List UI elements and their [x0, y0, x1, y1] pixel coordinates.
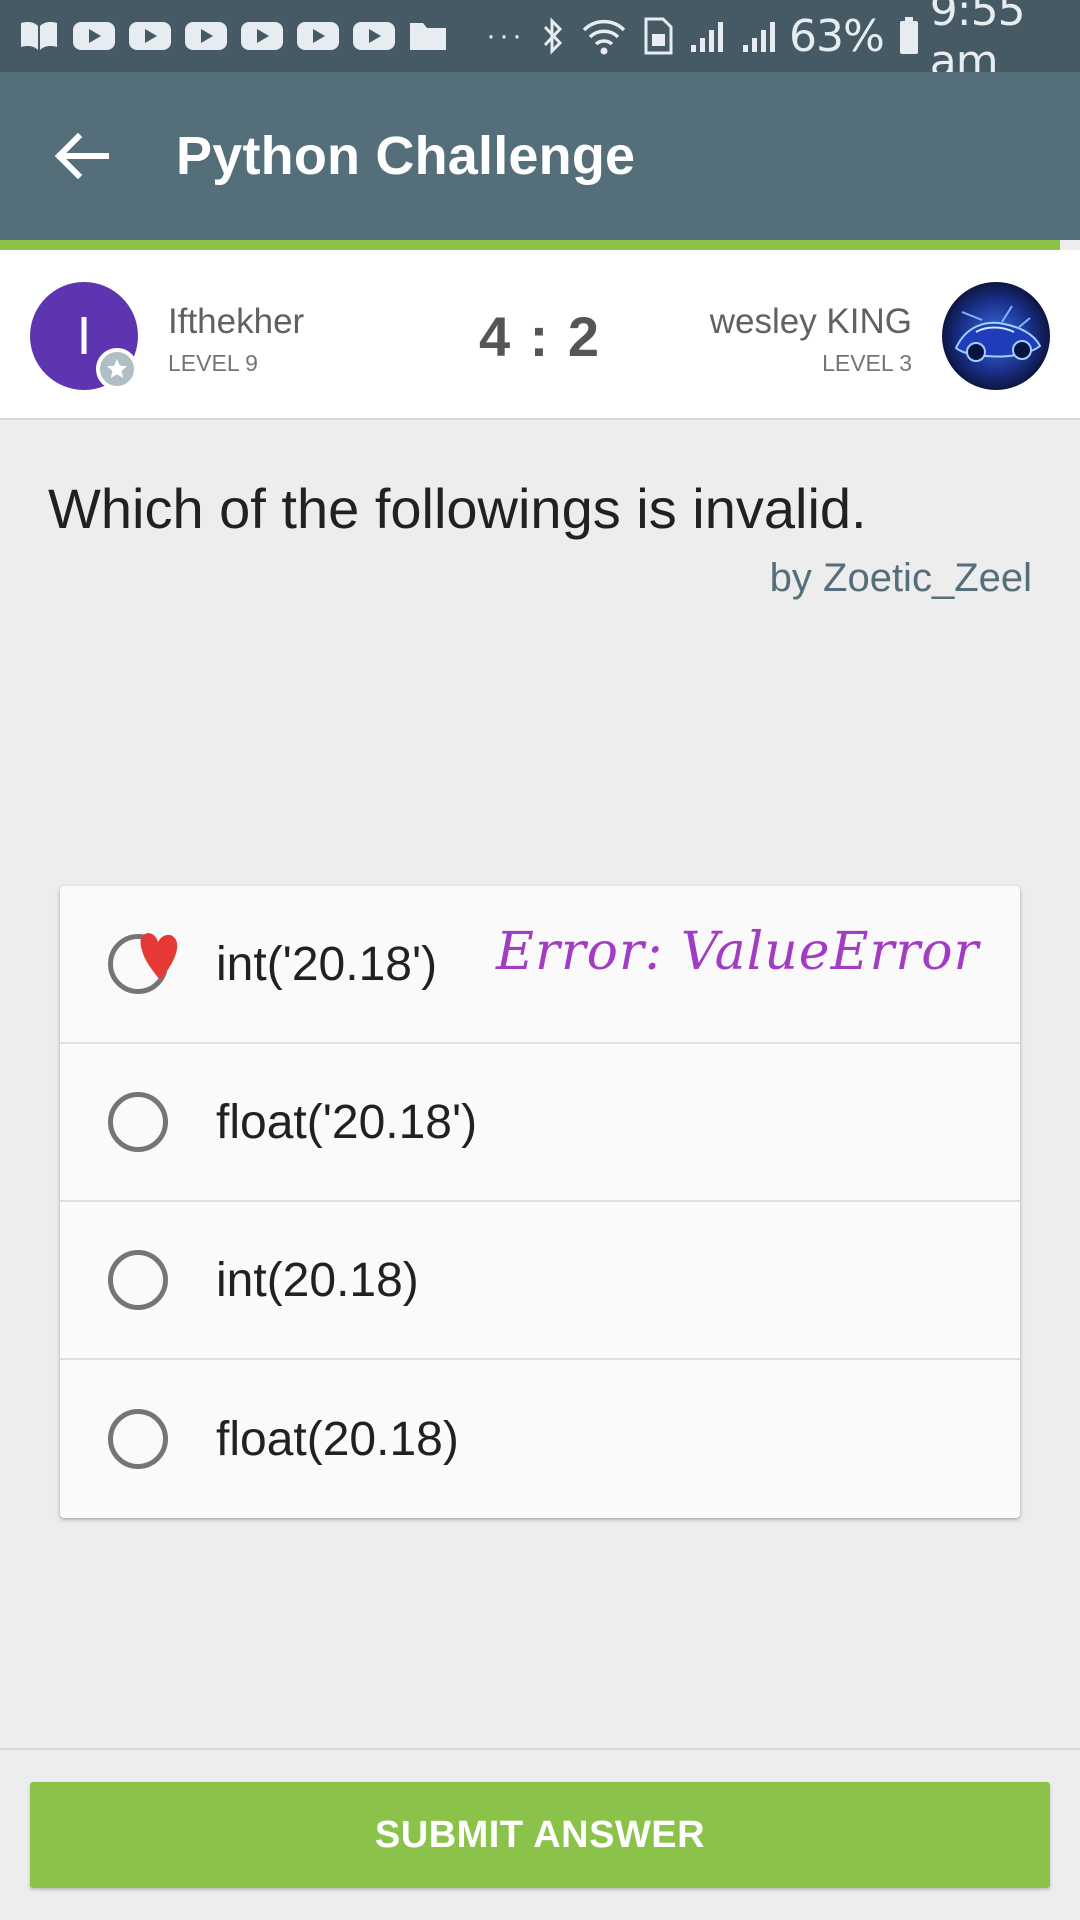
- signal-icon: [689, 18, 727, 54]
- battery-icon: [898, 16, 920, 56]
- notification-icons: ···: [18, 19, 525, 53]
- score: 4 : 2: [478, 305, 602, 368]
- heart-mark-icon: [140, 933, 178, 980]
- signal-icon: [741, 18, 779, 54]
- answer-options: int('20.18') Error: ValueError float('20…: [60, 886, 1020, 1518]
- player-name-right: wesley KING: [709, 302, 912, 341]
- option-label: int('20.18'): [216, 937, 438, 991]
- divider: [0, 1748, 1080, 1750]
- answer-option[interactable]: float('20.18'): [60, 1044, 1020, 1202]
- answer-option[interactable]: int('20.18') Error: ValueError: [60, 886, 1020, 1044]
- player-level-right: LEVEL 3: [822, 350, 912, 376]
- youtube-icon: [296, 20, 340, 52]
- radio-button[interactable]: [108, 1250, 168, 1310]
- radio-button[interactable]: [108, 1092, 168, 1152]
- players-bar: I Ifthekher LEVEL 9 4 : 2 wesley KING LE…: [0, 250, 1080, 420]
- sim-card-icon: [641, 16, 675, 56]
- question-text: Which of the followings is invalid.: [48, 477, 867, 540]
- wifi-icon: [581, 16, 627, 56]
- more-notifications: ···: [486, 19, 525, 52]
- player-avatar-right[interactable]: [942, 282, 1050, 390]
- youtube-icon: [352, 20, 396, 52]
- answer-option[interactable]: float(20.18): [60, 1360, 1020, 1518]
- question-author: by Zoetic_Zeel: [769, 556, 1032, 600]
- back-button[interactable]: [44, 118, 120, 194]
- page-title: Python Challenge: [176, 126, 636, 186]
- car-photo-icon: [942, 282, 1050, 390]
- book-icon: [18, 19, 60, 53]
- option-label: float('20.18'): [216, 1095, 478, 1149]
- youtube-icon: [128, 20, 172, 52]
- youtube-icon: [184, 20, 228, 52]
- youtube-icon: [240, 20, 284, 52]
- option-label: float(20.18): [216, 1412, 459, 1466]
- youtube-icon: [72, 20, 116, 52]
- radio-button[interactable]: [108, 1409, 168, 1469]
- answer-option[interactable]: int(20.18): [60, 1202, 1020, 1360]
- bluetooth-icon: [539, 16, 567, 56]
- option-label: int(20.18): [216, 1253, 419, 1307]
- handwritten-annotation: Error: ValueError: [496, 922, 980, 982]
- submit-answer-button[interactable]: SUBMIT ANSWER: [30, 1782, 1050, 1888]
- battery-percentage: 63%: [788, 10, 885, 62]
- folder-icon: [408, 19, 448, 53]
- status-bar: ··· 63% 9:55 am: [0, 0, 1080, 87]
- progress-strip: [0, 240, 1060, 250]
- arrow-back-icon: [54, 132, 109, 180]
- app-bar: Python Challenge: [0, 72, 1080, 240]
